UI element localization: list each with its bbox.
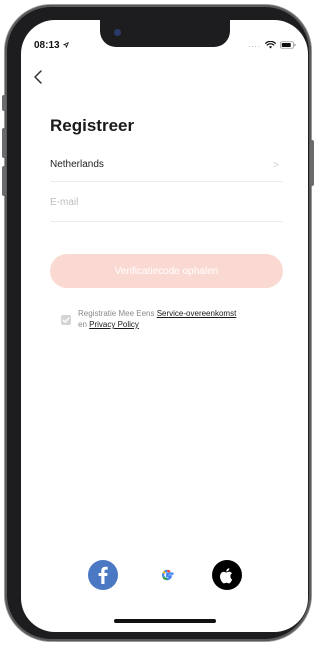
side-button-power [310, 140, 314, 186]
agreement-checkbox[interactable] [61, 315, 71, 325]
chevron-right-icon: > [273, 160, 279, 171]
agreement-text: Registratie Mee Eens Service-overeenkoms… [78, 308, 286, 330]
privacy-policy-link[interactable]: Privacy Policy [89, 320, 139, 329]
google-login-button[interactable] [152, 560, 182, 590]
country-selector[interactable]: Netherlands > [50, 155, 283, 182]
battery-icon [280, 40, 296, 49]
back-icon[interactable] [30, 68, 48, 86]
side-button-volume-down [2, 166, 6, 196]
side-button-volume-up [2, 128, 6, 158]
status-time-label: 08:13 [34, 40, 60, 51]
wifi-icon [265, 40, 276, 49]
google-icon [161, 569, 174, 581]
agreement-middle: en [78, 320, 90, 329]
side-button-mute [2, 95, 6, 111]
apple-icon [220, 568, 233, 584]
social-login-row [88, 560, 248, 590]
facebook-login-button[interactable] [88, 560, 118, 590]
email-field[interactable] [50, 197, 280, 208]
agreement-row: Registratie Mee Eens Service-overeenkoms… [61, 308, 286, 330]
signal-icon: .... [248, 40, 261, 49]
app-screen: 08:13 .... Registreer Netherlands > E-ma… [21, 20, 308, 632]
location-arrow-icon [63, 42, 70, 48]
home-indicator[interactable] [114, 619, 216, 623]
agreement-prefix: Registratie Mee Eens [78, 309, 157, 318]
apple-login-button[interactable] [212, 560, 242, 590]
status-time: 08:13 [34, 40, 70, 51]
status-icons: .... [248, 40, 296, 49]
email-field-row [50, 195, 283, 222]
camera-icon [114, 29, 121, 36]
get-verification-code-button[interactable]: Verificatiecode ophalen [50, 254, 283, 288]
service-agreement-link[interactable]: Service-overeenkomst [157, 309, 237, 318]
page-title: Registreer [50, 116, 135, 135]
facebook-icon [98, 566, 108, 584]
country-value: Netherlands [50, 159, 104, 170]
